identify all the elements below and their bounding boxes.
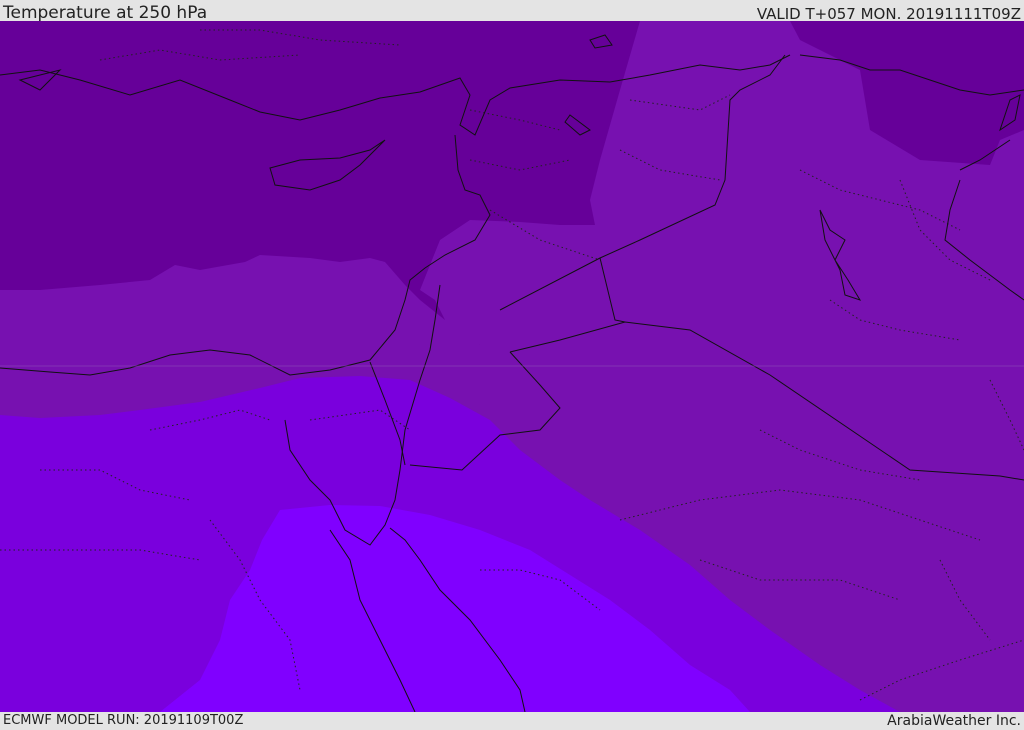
footer-bar: ECMWF MODEL RUN: 20191109T00Z ArabiaWeat… bbox=[0, 712, 1024, 729]
credit: ArabiaWeather Inc. bbox=[887, 713, 1021, 729]
temperature-map bbox=[0, 21, 1024, 712]
model-run: ECMWF MODEL RUN: 20191109T00Z bbox=[3, 713, 244, 728]
header-bar: Temperature at 250 hPa VALID T+057 MON. … bbox=[0, 0, 1024, 23]
map-canvas bbox=[0, 21, 1024, 712]
